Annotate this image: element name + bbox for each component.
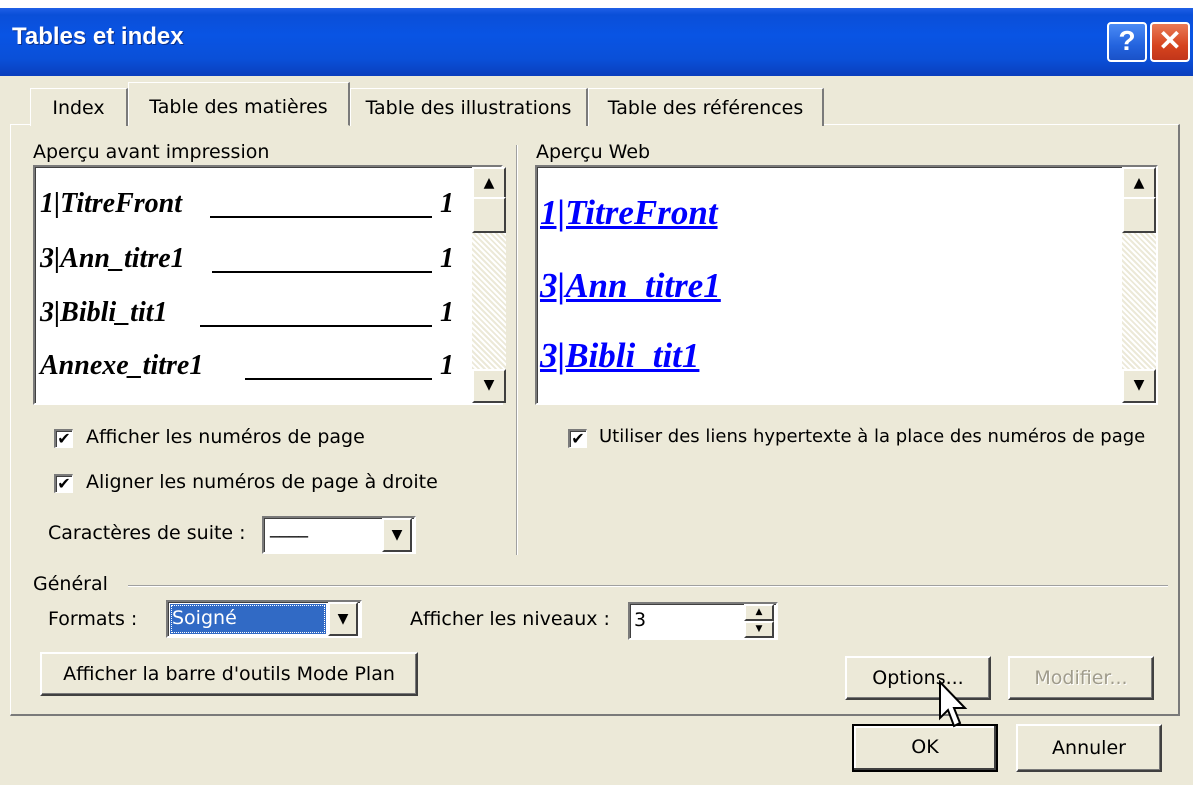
chevron-down-icon[interactable]: ▼ [382, 518, 412, 552]
chevron-down-icon[interactable]: ▼ [328, 602, 358, 636]
tab-table-des-matieres[interactable]: Table des matières [128, 82, 350, 126]
tab-table-des-references[interactable]: Table des références [588, 88, 824, 126]
toc-entry-text: 3|Ann_titre1 [40, 243, 185, 274]
web-preview-link[interactable]: 3|Ann_titre1 [540, 266, 721, 306]
spinner-up-icon[interactable]: ▲ [744, 604, 774, 621]
web-preview-scroll-thumb[interactable] [1122, 197, 1156, 233]
spinner-down-icon[interactable]: ▼ [744, 621, 774, 638]
web-preview-link[interactable]: 1|TitreFront [540, 193, 718, 233]
tab-leader-label: Caractères de suite : [48, 522, 246, 544]
tab-leader-value: ____ [270, 516, 308, 538]
right-align-checkbox[interactable]: ✔ [54, 474, 73, 493]
toc-entry-text: 1|TitreFront [40, 188, 183, 219]
general-group-label: Général [33, 573, 108, 595]
general-group-line [128, 585, 1168, 587]
toc-entry-text: Annexe_titre1 [40, 350, 204, 381]
scroll-down-arrow-icon[interactable]: ▼ [1122, 369, 1156, 403]
toc-leader [212, 245, 432, 273]
toc-entry-page: 1 [440, 297, 454, 328]
use-hyperlinks-label[interactable]: Utiliser des liens hypertexte à la place… [599, 426, 1145, 447]
toc-entry-text: 3|Bibli_tit1 [40, 297, 168, 328]
web-preview-link[interactable]: 3|Bibli_tit1 [540, 336, 699, 376]
toc-leader [200, 299, 432, 327]
use-hyperlinks-checkbox[interactable]: ✔ [568, 429, 587, 448]
close-button[interactable]: ✕ [1150, 22, 1190, 62]
show-outline-toolbar-button[interactable]: Afficher la barre d'outils Mode Plan [40, 652, 418, 696]
print-preview-label: Aperçu avant impression [33, 141, 270, 163]
help-button[interactable]: ? [1107, 22, 1147, 62]
show-page-numbers-checkbox[interactable]: ✔ [54, 429, 73, 448]
tab-table-des-illustrations[interactable]: Table des illustrations [350, 88, 588, 126]
options-button[interactable]: Options... [845, 656, 991, 700]
column-divider [516, 145, 518, 555]
cancel-button[interactable]: Annuler [1016, 724, 1162, 772]
toc-leader [210, 190, 432, 218]
right-align-label[interactable]: Aligner les numéros de page à droite [86, 471, 438, 493]
mouse-cursor-icon [939, 680, 968, 728]
scroll-down-arrow-icon[interactable]: ▼ [472, 369, 506, 403]
window-title: Tables et index [12, 23, 184, 50]
print-preview-scroll-thumb[interactable] [472, 197, 506, 233]
levels-label: Afficher les niveaux : [410, 608, 610, 630]
scroll-up-arrow-icon[interactable]: ▲ [472, 167, 506, 201]
show-page-numbers-label[interactable]: Afficher les numéros de page [86, 426, 365, 448]
toc-entry-page: 1 [440, 350, 454, 381]
ok-button[interactable]: OK [852, 724, 998, 772]
web-preview-label: Aperçu Web [536, 141, 651, 163]
toc-leader [245, 352, 432, 380]
toc-entry-page: 1 [440, 243, 454, 274]
formats-selected-value: Soigné [170, 604, 326, 634]
formats-label: Formats : [48, 608, 138, 630]
toc-entry-page: 1 [440, 188, 454, 219]
modify-button[interactable]: Modifier... [1008, 656, 1154, 700]
tab-index[interactable]: Index [30, 88, 128, 126]
scroll-up-arrow-icon[interactable]: ▲ [1122, 167, 1156, 201]
levels-value: 3 [634, 609, 647, 631]
